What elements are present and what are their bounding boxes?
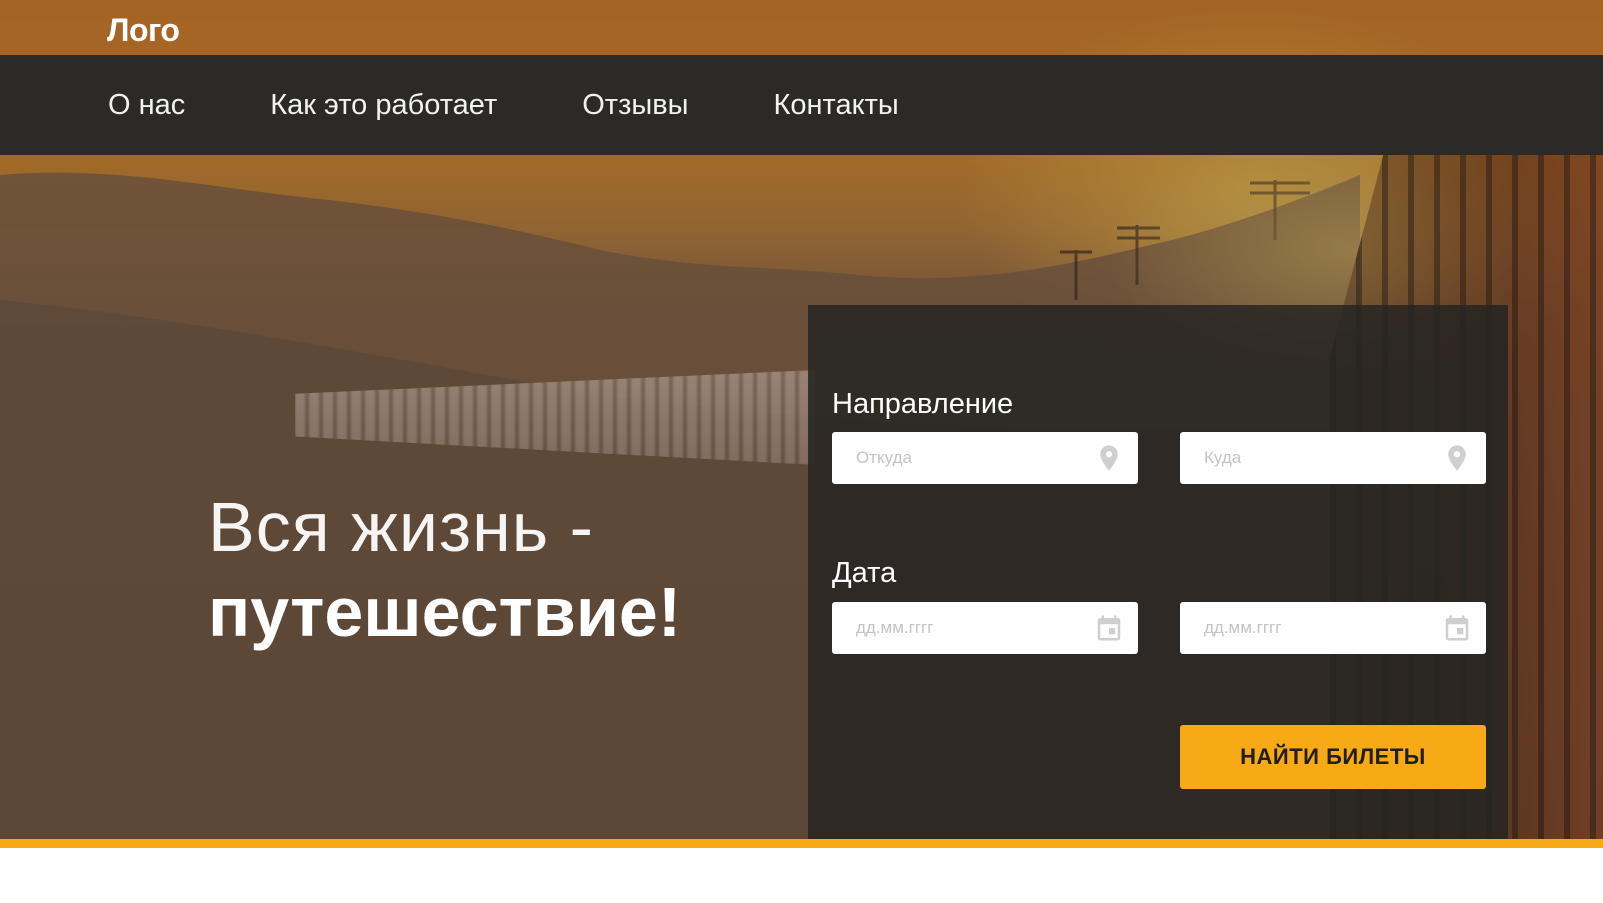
nav-item-how-it-works[interactable]: Как это работает: [270, 89, 497, 122]
date-from-input[interactable]: [832, 602, 1138, 654]
hero-headline: Вся жизнь - путешествие!: [208, 485, 681, 656]
hero-headline-line2: путешествие!: [208, 573, 682, 652]
main-navbar: О нас Как это работает Отзывы Контакты: [0, 55, 1603, 155]
nav-item-about[interactable]: О нас: [108, 89, 185, 122]
accent-divider: [0, 839, 1603, 848]
map-pin-icon: [1448, 445, 1466, 471]
nav-item-contacts[interactable]: Контакты: [773, 89, 898, 122]
date-to-field[interactable]: [1180, 602, 1486, 654]
direction-label: Направление: [832, 388, 1014, 420]
from-input[interactable]: [832, 432, 1138, 484]
nav-item-reviews[interactable]: Отзывы: [582, 89, 688, 122]
to-input[interactable]: [1180, 432, 1486, 484]
find-tickets-button[interactable]: НАЙТИ БИЛЕТЫ: [1180, 725, 1486, 789]
calendar-icon[interactable]: [1094, 613, 1124, 643]
logo[interactable]: Лого: [107, 12, 180, 49]
map-pin-icon: [1100, 445, 1118, 471]
date-from-field[interactable]: [832, 602, 1138, 654]
date-to-input[interactable]: [1180, 602, 1486, 654]
page: Лого О нас Как это работает Отзывы Конта…: [0, 0, 1603, 903]
date-label: Дата: [832, 557, 897, 589]
hero-headline-line1: Вся жизнь -: [208, 488, 594, 566]
to-field[interactable]: [1180, 432, 1486, 484]
from-field[interactable]: [832, 432, 1138, 484]
calendar-icon[interactable]: [1442, 613, 1472, 643]
nav-list: О нас Как это работает Отзывы Контакты: [108, 55, 984, 155]
